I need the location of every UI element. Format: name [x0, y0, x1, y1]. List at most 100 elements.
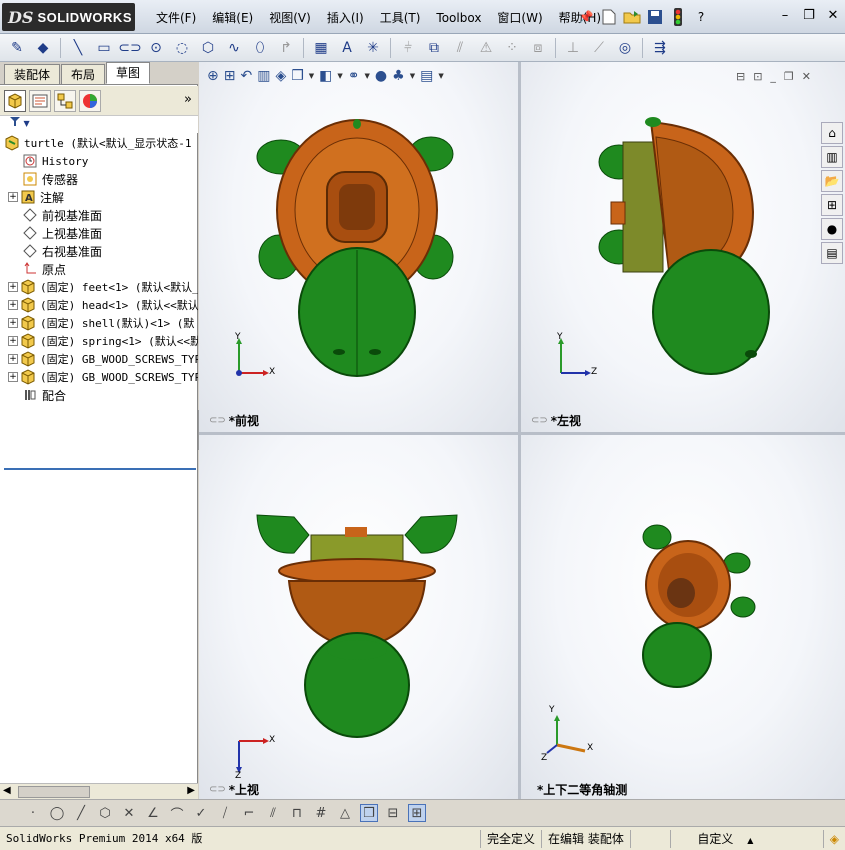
- tree-item-right-plane[interactable]: 右视基准面: [0, 242, 198, 260]
- plane-tool-icon[interactable]: ▦: [310, 37, 332, 59]
- appearances-icon[interactable]: ●: [821, 218, 843, 240]
- triangle-tool-icon[interactable]: △: [336, 804, 354, 822]
- tree-item-origin[interactable]: 原点: [0, 260, 198, 278]
- display-manager-icon[interactable]: [79, 89, 101, 112]
- instant2d-icon[interactable]: ⇶: [649, 37, 671, 59]
- menu-tools[interactable]: 工具(T): [372, 9, 429, 27]
- tab-assembly[interactable]: 装配体: [4, 64, 61, 84]
- viewport-splitter-vertical[interactable]: [518, 62, 521, 799]
- line-tool-icon[interactable]: ╱: [72, 804, 90, 822]
- file-explorer-icon[interactable]: 📂: [821, 170, 843, 192]
- tab-layout[interactable]: 布局: [61, 64, 106, 84]
- point-icon[interactable]: ✳: [362, 37, 384, 59]
- grid-tool-icon[interactable]: #: [312, 804, 330, 822]
- tree-item-history[interactable]: History: [0, 152, 198, 170]
- solidworks-logo[interactable]: DS SOLIDWORKS: [2, 3, 135, 31]
- polygon-tool-icon[interactable]: ⬡: [96, 804, 114, 822]
- tree-root[interactable]: turtle (默认<默认_显示状态-1: [0, 134, 198, 152]
- expand-toggle-icon[interactable]: +: [8, 336, 18, 346]
- viewport-left[interactable]: ⊟ ⊡ _ ❐ ✕ Y Z ⊂⊃ *左视: [521, 62, 845, 432]
- line-icon[interactable]: ╲: [67, 37, 89, 59]
- filter-icon[interactable]: [10, 116, 20, 129]
- minimize-icon[interactable]: –: [777, 8, 793, 23]
- view-palette-icon[interactable]: ⊞: [821, 194, 843, 216]
- status-units[interactable]: 自定义 ▲: [669, 829, 780, 848]
- menu-window[interactable]: 窗口(W): [489, 9, 550, 27]
- menu-view[interactable]: 视图(V): [261, 9, 319, 27]
- fillet-icon[interactable]: ↱: [275, 37, 297, 59]
- circle-tool-icon[interactable]: ◯: [48, 804, 66, 822]
- new-document-icon[interactable]: [599, 7, 619, 27]
- tree-item-screw-2[interactable]: + (固定) GB_WOOD_SCREWS_TYPE: [0, 368, 198, 386]
- tab-sketch[interactable]: 草图: [106, 62, 151, 84]
- restore-icon[interactable]: ❐: [801, 8, 817, 23]
- panel-horizontal-scrollbar[interactable]: ◀ ▶: [0, 783, 198, 799]
- linear-pattern-icon[interactable]: ⁘: [501, 37, 523, 59]
- repair-sketch-icon[interactable]: ⟋: [588, 37, 610, 59]
- rectangle-icon[interactable]: ▭: [93, 37, 115, 59]
- ruler-tool-icon[interactable]: ⊓: [288, 804, 306, 822]
- smart-dimension-icon[interactable]: ◆: [32, 37, 54, 59]
- expand-toggle-icon[interactable]: +: [8, 372, 18, 382]
- move-entities-icon[interactable]: ⧈: [527, 37, 549, 59]
- expand-toggle-icon[interactable]: +: [8, 354, 18, 364]
- custom-properties-icon[interactable]: ▤: [821, 242, 843, 264]
- expand-toggle-icon[interactable]: +: [8, 282, 18, 292]
- help-question-icon[interactable]: ?: [691, 7, 711, 27]
- hatch-tool-icon[interactable]: ⫽: [264, 804, 282, 822]
- units-dropdown-icon[interactable]: ▲: [747, 836, 753, 845]
- cross-tool-icon[interactable]: ✕: [120, 804, 138, 822]
- ellipse-icon[interactable]: ⬯: [249, 37, 271, 59]
- display-relations-icon[interactable]: ⊥: [562, 37, 584, 59]
- text-icon[interactable]: A: [336, 37, 358, 59]
- menu-edit[interactable]: 编辑(E): [204, 9, 261, 27]
- viewport-isometric[interactable]: Y X Z *上下二等角轴测: [521, 435, 845, 799]
- slash-tool-icon[interactable]: ⧸: [216, 804, 234, 822]
- viewport-splitter-horizontal[interactable]: [199, 432, 845, 435]
- sketch-icon[interactable]: ✎: [6, 37, 28, 59]
- point-tool-icon[interactable]: ·: [24, 804, 42, 822]
- expand-toggle-icon[interactable]: +: [8, 192, 18, 202]
- pin-icon[interactable]: 📌: [576, 7, 596, 27]
- tree-item-head[interactable]: + (固定) head<1> (默认<<默认: [0, 296, 198, 314]
- polygon-icon[interactable]: ⬡: [197, 37, 219, 59]
- menu-insert[interactable]: 插入(I): [319, 9, 372, 27]
- menu-toolbox[interactable]: Toolbox: [428, 9, 489, 27]
- mirror-icon[interactable]: ⚠: [475, 37, 497, 59]
- menu-file[interactable]: 文件(F): [148, 9, 204, 27]
- expand-toggle-icon[interactable]: +: [8, 300, 18, 310]
- check-tool-icon[interactable]: ✓: [192, 804, 210, 822]
- scroll-left-icon[interactable]: ◀: [3, 785, 11, 796]
- configuration-manager-icon[interactable]: [54, 89, 76, 112]
- tree-item-screw-1[interactable]: + (固定) GB_WOOD_SCREWS_TYPE: [0, 350, 198, 368]
- tree-item-shell[interactable]: + (固定) shell(默认)<1> (默: [0, 314, 198, 332]
- trim-icon[interactable]: ⫩: [397, 37, 419, 59]
- filter-dropdown-icon[interactable]: ▼: [24, 119, 30, 128]
- panel-expand-icon[interactable]: »: [184, 92, 192, 107]
- scroll-thumb[interactable]: [18, 786, 90, 798]
- spline-icon[interactable]: ∿: [223, 37, 245, 59]
- quick-snaps-icon[interactable]: ◎: [614, 37, 636, 59]
- tree-item-front-plane[interactable]: 前视基准面: [0, 206, 198, 224]
- arc-icon[interactable]: ◌: [171, 37, 193, 59]
- open-folder-icon[interactable]: [622, 7, 642, 27]
- four-view-icon[interactable]: ⊞: [408, 804, 426, 822]
- home-icon[interactable]: ⌂: [821, 122, 843, 144]
- split-horizontal-icon[interactable]: ⊟: [384, 804, 402, 822]
- convert-entities-icon[interactable]: ⧉: [423, 37, 445, 59]
- viewport-top[interactable]: X Z ⊂⊃ *上视: [199, 435, 518, 799]
- scroll-right-icon[interactable]: ▶: [187, 785, 195, 796]
- offset-icon[interactable]: ⫽: [449, 37, 471, 59]
- save-icon[interactable]: [645, 7, 665, 27]
- tree-item-spring[interactable]: + (固定) spring<1> (默认<<默: [0, 332, 198, 350]
- slot-icon[interactable]: ⊂⊃: [118, 37, 141, 59]
- angle-tool-icon[interactable]: ∠: [144, 804, 162, 822]
- link-views-icon[interactable]: ⊂⊃: [209, 784, 226, 795]
- tree-item-top-plane[interactable]: 上视基准面: [0, 224, 198, 242]
- tree-item-mates[interactable]: 配合: [0, 386, 198, 404]
- expand-toggle-icon[interactable]: +: [8, 318, 18, 328]
- tag-icon[interactable]: ◈: [822, 829, 845, 848]
- link-views-icon[interactable]: ⊂⊃: [209, 415, 226, 426]
- tangent-tool-icon[interactable]: ⌒: [168, 804, 186, 823]
- graphics-area[interactable]: ⊕ ⊞ ↶ ▥ ◈ ❒ ▼ ◧ ▼ ⚭ ▼ ● ♣ ▼ ▤ ▼ Y X ⊂⊃ *…: [199, 62, 845, 799]
